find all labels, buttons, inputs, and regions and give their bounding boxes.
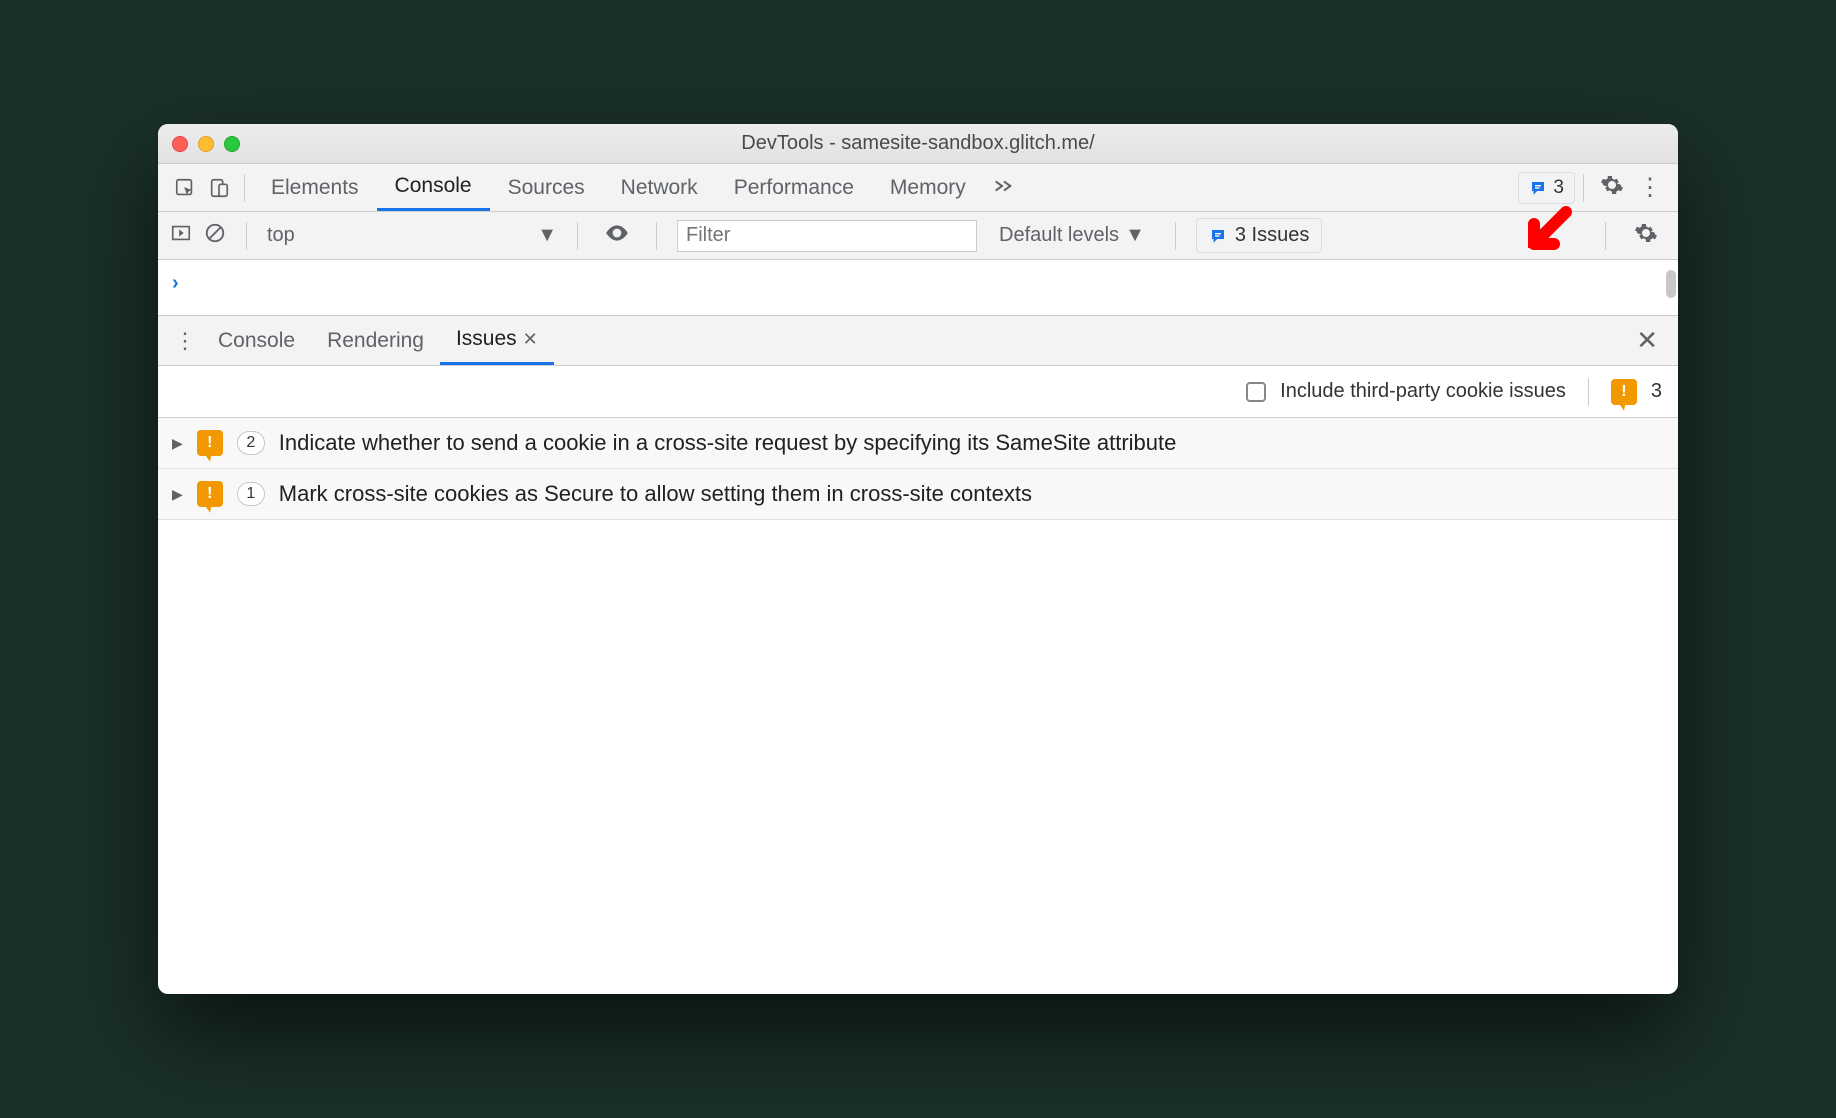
issues-icon <box>1209 227 1227 245</box>
separator <box>1588 378 1589 406</box>
drawer-tab-issues[interactable]: Issues ✕ <box>440 316 554 365</box>
context-label: top <box>267 224 295 247</box>
separator <box>1583 174 1584 202</box>
tab-console[interactable]: Console <box>377 164 490 211</box>
window-title: DevTools - samesite-sandbox.glitch.me/ <box>158 132 1678 155</box>
third-party-checkbox-label: Include third-party cookie issues <box>1280 380 1566 403</box>
context-dropdown[interactable]: top ▼ <box>267 224 557 247</box>
scrollbar-thumb[interactable] <box>1666 270 1676 298</box>
issue-row[interactable]: ▶ ! 2 Indicate whether to send a cookie … <box>158 418 1678 469</box>
separator <box>246 222 247 250</box>
issues-icon <box>1529 179 1547 197</box>
warning-icon: ! <box>1611 379 1637 405</box>
issue-title: Mark cross-site cookies as Secure to all… <box>279 481 1032 507</box>
more-tabs-button[interactable] <box>984 176 1022 200</box>
tab-network[interactable]: Network <box>603 164 716 211</box>
more-options-icon[interactable]: ⋮ <box>1632 173 1668 202</box>
separator <box>1605 222 1606 250</box>
third-party-checkbox[interactable] <box>1246 382 1266 402</box>
titlebar: DevTools - samesite-sandbox.glitch.me/ <box>158 124 1678 164</box>
issues-counter-badge[interactable]: 3 <box>1518 172 1575 204</box>
console-settings-gear-icon[interactable] <box>1626 221 1666 251</box>
log-levels-dropdown[interactable]: Default levels ▼ <box>989 224 1155 247</box>
issues-total-count: 3 <box>1651 380 1662 403</box>
tab-memory[interactable]: Memory <box>872 164 984 211</box>
separator <box>577 222 578 250</box>
toggle-sidebar-icon[interactable] <box>170 222 192 250</box>
chevron-down-icon: ▼ <box>537 224 557 247</box>
separator <box>656 222 657 250</box>
issues-toolbar: Include third-party cookie issues ! 3 <box>158 366 1678 418</box>
drawer-tab-bar: ⋮ Console Rendering Issues ✕ ✕ <box>158 316 1678 366</box>
devtools-window: DevTools - samesite-sandbox.glitch.me/ E… <box>158 124 1678 994</box>
tab-performance[interactable]: Performance <box>716 164 872 211</box>
device-toolbar-icon[interactable] <box>202 177 236 199</box>
open-issues-button[interactable]: 3 Issues <box>1196 218 1322 253</box>
warning-icon: ! <box>197 481 223 507</box>
drawer-more-icon[interactable]: ⋮ <box>168 328 202 354</box>
clear-console-icon[interactable] <box>204 222 226 250</box>
filter-placeholder: Filter <box>686 224 730 247</box>
issues-badge-count: 3 <box>1553 177 1564 199</box>
live-expression-icon[interactable] <box>598 223 636 249</box>
console-control-bar: top ▼ Filter Default levels ▼ 3 Issues <box>158 212 1678 260</box>
tab-sources[interactable]: Sources <box>490 164 603 211</box>
issues-button-label: 3 Issues <box>1235 224 1309 247</box>
filter-input[interactable]: Filter <box>677 220 977 252</box>
inspect-element-icon[interactable] <box>168 177 202 199</box>
console-prompt-icon: › <box>172 272 179 295</box>
settings-gear-icon[interactable] <box>1592 173 1632 203</box>
issue-count-pill: 1 <box>237 482 265 506</box>
drawer-tab-rendering[interactable]: Rendering <box>311 316 440 365</box>
main-tab-bar: Elements Console Sources Network Perform… <box>158 164 1678 212</box>
issue-row[interactable]: ▶ ! 1 Mark cross-site cookies as Secure … <box>158 469 1678 520</box>
separator <box>244 174 245 202</box>
console-input-area[interactable]: › <box>158 260 1678 316</box>
tab-elements[interactable]: Elements <box>253 164 377 211</box>
expand-icon[interactable]: ▶ <box>172 486 183 503</box>
issue-title: Indicate whether to send a cookie in a c… <box>279 430 1177 456</box>
annotation-arrow-icon <box>1516 204 1576 269</box>
issue-count-pill: 2 <box>237 431 265 455</box>
close-tab-icon[interactable]: ✕ <box>523 329 538 350</box>
close-drawer-icon[interactable]: ✕ <box>1626 325 1668 356</box>
separator <box>1175 222 1176 250</box>
drawer-tab-console[interactable]: Console <box>202 316 311 365</box>
expand-icon[interactable]: ▶ <box>172 435 183 452</box>
warning-icon: ! <box>197 430 223 456</box>
chevron-down-icon: ▼ <box>1125 224 1145 247</box>
